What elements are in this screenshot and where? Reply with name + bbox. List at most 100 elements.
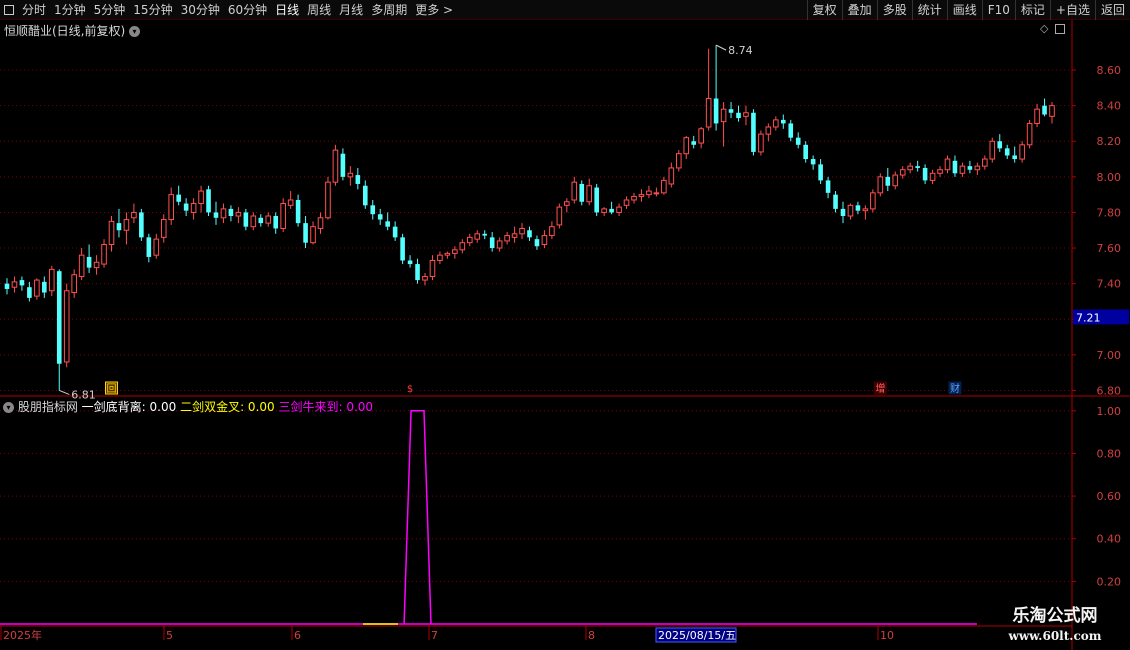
candle-body [287, 199, 294, 206]
candle-body [922, 167, 928, 181]
toolbar-button-3[interactable]: 统计 [911, 0, 947, 20]
event-marker-1: $ [407, 384, 413, 395]
candle-body [228, 208, 234, 216]
candle-body [415, 264, 420, 281]
indicator-y-tick-label-0: 0.20 [1097, 575, 1122, 588]
candle-body [1042, 105, 1047, 115]
y-tick-label-9: 8.60 [1097, 64, 1122, 77]
candle-body [833, 194, 838, 209]
panel-toggle-icon[interactable] [1054, 24, 1065, 34]
candle-body [982, 158, 988, 167]
candle-body [273, 216, 279, 229]
candle-body [564, 201, 570, 206]
time-label-4: 8 [588, 629, 595, 642]
indicator-line1-value: 一剑底背离: 0.00 [81, 400, 177, 414]
candle-body [444, 252, 451, 256]
chart-area[interactable]: 6.807.007.207.407.607.808.008.208.408.60… [0, 20, 1130, 650]
time-label-2: 6 [294, 629, 301, 642]
candle-body [519, 227, 525, 235]
candle-body [1012, 155, 1017, 160]
signal-pulse [403, 410, 432, 625]
indicator-line3-value: 三剑牛来到: 0.00 [278, 400, 374, 414]
diamond-icon[interactable]: ◇ [1040, 22, 1048, 35]
candle-body [765, 126, 772, 135]
candle-body [377, 214, 383, 220]
candle-body [534, 239, 540, 247]
candle-body [675, 153, 682, 169]
toolbar-button-2[interactable]: 多股 [876, 0, 912, 20]
period-tab-10[interactable]: 更多 > [411, 0, 457, 20]
candle-body [504, 235, 510, 242]
candle-body [997, 141, 1003, 149]
candle-body [944, 158, 951, 171]
toolbar-button-0[interactable]: 复权 [806, 0, 842, 20]
candle-body [541, 235, 548, 245]
indicator-y-tick-label-2: 0.60 [1097, 490, 1122, 503]
period-tab-0[interactable]: 分时 [18, 0, 50, 20]
candle-body [108, 220, 115, 245]
period-tab-9[interactable]: 多周期 [367, 0, 411, 20]
candle-body [258, 217, 264, 224]
period-tab-7[interactable]: 周线 [303, 0, 335, 20]
crosshair-date-label: 2025/08/15/五 [658, 629, 736, 642]
candle-body [870, 192, 876, 210]
candle-body [407, 260, 413, 265]
chevron-down-icon[interactable]: ▾ [129, 26, 141, 37]
indicator-y-tick-label-1: 0.40 [1097, 533, 1122, 546]
candle-body [295, 199, 301, 224]
candle-body [131, 211, 137, 219]
candle-body [929, 172, 936, 181]
candle-body [899, 169, 906, 176]
candle-body [795, 137, 801, 145]
period-tab-5[interactable]: 60分钟 [224, 0, 271, 20]
toolbar-button-4[interactable]: 画线 [946, 0, 982, 20]
y-tick-label-3: 7.40 [1097, 278, 1122, 291]
period-tab-1[interactable]: 1分钟 [50, 0, 90, 20]
y-tick-label-7: 8.20 [1097, 135, 1122, 148]
candle-body [459, 242, 466, 251]
candle-body [474, 233, 481, 240]
candle-body [1049, 105, 1055, 117]
y-tick-label-8: 8.40 [1097, 100, 1122, 113]
candle-body [93, 261, 100, 269]
candle-body [86, 256, 92, 268]
chevron-down-icon[interactable]: ▾ [3, 402, 14, 413]
toolbar-button-8[interactable]: 返回 [1094, 0, 1130, 20]
candle-body [482, 233, 488, 236]
candle-body [743, 112, 749, 117]
candle-body [452, 249, 458, 254]
toolbar-right-buttons: 复权 叠加 多股 统计 画线 F10 标记 +自选 返回 [806, 0, 1130, 20]
candle-body [616, 206, 622, 213]
watermark-url: www.60lt.com [1008, 629, 1102, 643]
toolbar-button-6[interactable]: 标记 [1014, 0, 1050, 20]
period-tabs: 分时 1分钟 5分钟 15分钟 30分钟 60分钟 日线 周线 月线 多周期 更多 > [18, 0, 457, 20]
candle-body [877, 176, 884, 194]
candle-body [691, 141, 697, 145]
high-pointer [715, 44, 727, 51]
candle-body [556, 206, 563, 226]
candle-body [71, 274, 77, 294]
candle-body [974, 165, 981, 171]
candle-body [153, 238, 160, 256]
toolbar-button-5[interactable]: F10 [981, 0, 1015, 20]
candle-body [698, 128, 704, 144]
candle-body [885, 176, 891, 186]
toolbar-button-7[interactable]: +自选 [1049, 0, 1095, 20]
candle-body [638, 194, 645, 197]
candle-body [340, 153, 346, 177]
period-tab-6[interactable]: 日线 [271, 0, 303, 20]
candle-body [198, 190, 204, 205]
toolbar-button-1[interactable]: 叠加 [841, 0, 877, 20]
candle-body [160, 219, 167, 238]
candle-body [773, 119, 779, 128]
candle-body [892, 174, 899, 187]
period-tab-2[interactable]: 5分钟 [90, 0, 130, 20]
period-tab-3[interactable]: 15分钟 [129, 0, 176, 20]
candle-body [1004, 148, 1010, 156]
period-tab-4[interactable]: 30分钟 [177, 0, 224, 20]
window-icon[interactable] [0, 0, 18, 20]
candle-body [661, 179, 667, 194]
candle-body [713, 98, 719, 124]
event-marker-2: 增 [875, 382, 885, 395]
period-tab-8[interactable]: 月线 [335, 0, 367, 20]
